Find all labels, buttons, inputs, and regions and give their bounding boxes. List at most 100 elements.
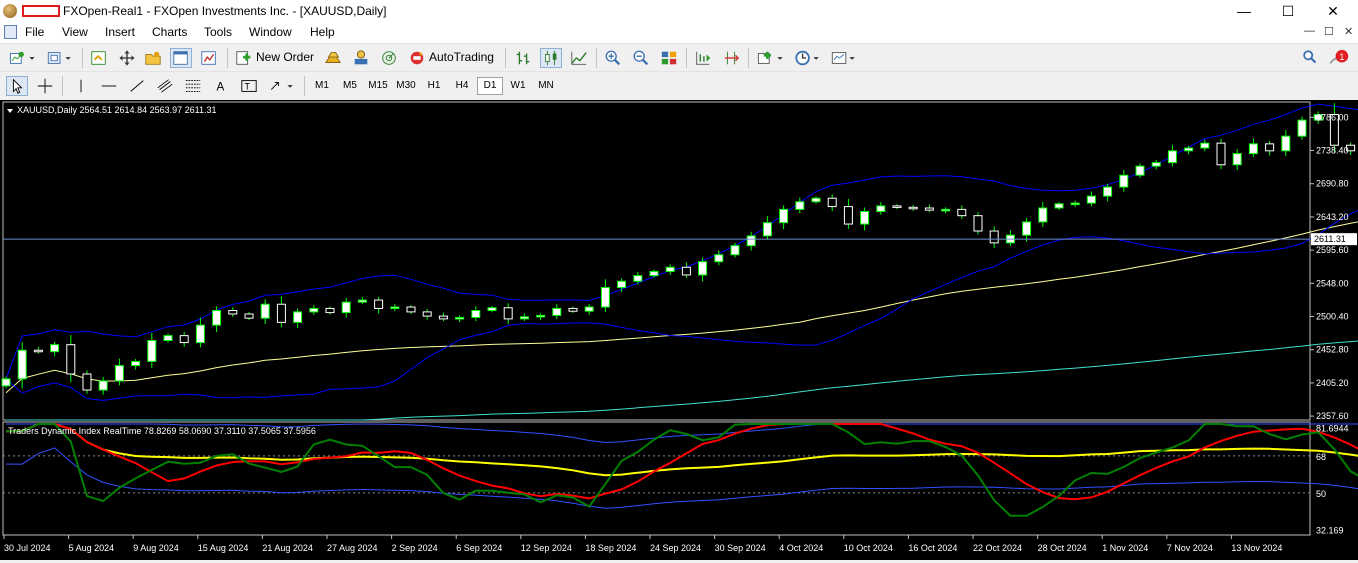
candle-body <box>1297 119 1307 137</box>
menu-tools[interactable]: Tools <box>204 25 232 39</box>
signals-icon[interactable] <box>350 48 372 68</box>
navigator-icon[interactable] <box>142 48 164 68</box>
date-tick-label: 15 Aug 2024 <box>198 543 249 553</box>
new-order-icon[interactable] <box>234 48 254 68</box>
new-chart-icon[interactable] <box>6 48 40 68</box>
equidistant-channel-icon[interactable] <box>154 76 176 96</box>
redacted-account <box>22 5 60 17</box>
child-restore-button[interactable]: ☐ <box>1324 25 1334 38</box>
price-chart[interactable]: 2786.00 2738.40 2690.80 2643.20 2595.60 2548.… <box>0 100 1358 560</box>
svg-text:A: A <box>217 81 225 94</box>
crosshair-icon[interactable] <box>34 76 56 96</box>
menu-insert[interactable]: Insert <box>105 25 135 39</box>
child-close-button[interactable]: ✕ <box>1344 25 1353 38</box>
candle-body <box>568 307 578 312</box>
zoom-out-icon[interactable] <box>630 48 652 68</box>
arrows-icon[interactable] <box>266 76 298 96</box>
candle-body <box>1151 162 1161 167</box>
tdi-tick-label: 32.169 <box>1316 526 1344 536</box>
candle-body <box>617 280 627 288</box>
radar-icon[interactable] <box>378 48 400 68</box>
timeframe-m5[interactable]: M5 <box>337 77 363 95</box>
candle-body <box>1 378 11 387</box>
timeframe-h4[interactable]: H4 <box>449 77 475 95</box>
timeframe-h1[interactable]: H1 <box>421 77 447 95</box>
chart-window[interactable]: 2786.00 2738.40 2690.80 2643.20 2595.60 2548.… <box>0 100 1358 560</box>
gold-bars-icon[interactable] <box>322 48 344 68</box>
fibonacci-icon[interactable] <box>182 76 204 96</box>
menu-help[interactable]: Help <box>310 25 335 39</box>
search-icon[interactable] <box>1300 48 1320 68</box>
candle-body <box>293 311 303 323</box>
candle-body <box>114 365 124 382</box>
horizontal-line-icon[interactable] <box>98 76 120 96</box>
drawing-toolbar: A T M1 M5 M15 M30 H1 H4 D1 W1 MN <box>0 71 1358 99</box>
toolbar-separator <box>304 76 305 96</box>
bar-chart-icon[interactable] <box>512 48 534 68</box>
profiles-icon[interactable] <box>44 48 76 68</box>
timeframe-m1[interactable]: M1 <box>309 77 335 95</box>
menu-charts[interactable]: Charts <box>152 25 187 39</box>
candle-body <box>811 197 821 203</box>
cursor-icon[interactable] <box>6 76 28 96</box>
candle-body <box>536 314 546 318</box>
line-chart-icon[interactable] <box>568 48 590 68</box>
templates-icon[interactable] <box>828 48 860 68</box>
candle-body <box>649 270 659 277</box>
tdi-tick-label: 81.6944 <box>1316 424 1349 434</box>
timeframe-m30[interactable]: M30 <box>393 77 419 95</box>
price-tick-label: 2452.80 <box>1316 345 1349 355</box>
trendline-icon[interactable] <box>126 76 148 96</box>
crosshair-move-icon[interactable] <box>116 48 138 68</box>
strategy-tester-icon[interactable] <box>198 48 220 68</box>
autotrading-button[interactable]: AutoTrading <box>429 50 494 64</box>
candle-body <box>195 324 205 344</box>
chart-shift-icon[interactable] <box>692 48 714 68</box>
date-tick-label: 24 Sep 2024 <box>650 543 701 553</box>
close-button[interactable]: ✕ <box>1310 0 1356 22</box>
timeframe-w1[interactable]: W1 <box>505 77 531 95</box>
timeframe-d1[interactable]: D1 <box>477 77 503 95</box>
candle-body <box>503 307 513 320</box>
price-tick-label: 2357.60 <box>1316 411 1349 421</box>
maximize-button[interactable]: ☐ <box>1265 0 1311 22</box>
main-pane-frame <box>2 101 1311 421</box>
candlestick-chart-icon[interactable] <box>540 48 562 68</box>
text-icon[interactable]: A <box>210 76 232 96</box>
toolbar-separator <box>62 76 63 96</box>
tile-windows-icon[interactable] <box>658 48 680 68</box>
date-tick-label: 9 Aug 2024 <box>133 543 179 553</box>
minimize-button[interactable]: — <box>1221 0 1267 22</box>
menu-view[interactable]: View <box>62 25 88 39</box>
market-watch-icon[interactable] <box>88 48 110 68</box>
candle-body <box>1232 153 1242 166</box>
candle-body <box>681 266 691 276</box>
terminal-icon[interactable] <box>170 48 192 68</box>
candle-body <box>1022 221 1032 236</box>
date-tick-label: 30 Jul 2024 <box>4 543 51 553</box>
candle-body <box>1070 202 1080 206</box>
periods-clock-icon[interactable] <box>792 48 824 68</box>
date-tick-label: 2 Sep 2024 <box>392 543 438 553</box>
menu-file[interactable]: File <box>25 25 44 39</box>
child-minimize-button[interactable]: — <box>1304 25 1315 37</box>
candle-body <box>843 206 853 225</box>
auto-scroll-icon[interactable] <box>720 48 742 68</box>
toolbar-separator <box>505 48 506 68</box>
timeframe-mn[interactable]: MN <box>533 77 559 95</box>
candle-body <box>438 315 448 320</box>
candle-body <box>147 340 157 362</box>
zoom-in-icon[interactable] <box>602 48 624 68</box>
text-label-icon[interactable]: T <box>238 76 260 96</box>
menu-window[interactable]: Window <box>249 25 292 39</box>
new-order-button[interactable]: New Order <box>256 50 314 64</box>
notifications-icon[interactable]: 1 <box>1326 48 1356 68</box>
autotrading-icon[interactable] <box>406 48 428 68</box>
price-tick-label: 2405.20 <box>1316 378 1349 388</box>
chart-document-icon <box>4 25 17 39</box>
timeframe-m15[interactable]: M15 <box>365 77 391 95</box>
vertical-line-icon[interactable] <box>70 76 92 96</box>
svg-text:T: T <box>245 82 251 92</box>
indicators-icon[interactable] <box>754 48 788 68</box>
date-tick-label: 12 Sep 2024 <box>521 543 572 553</box>
